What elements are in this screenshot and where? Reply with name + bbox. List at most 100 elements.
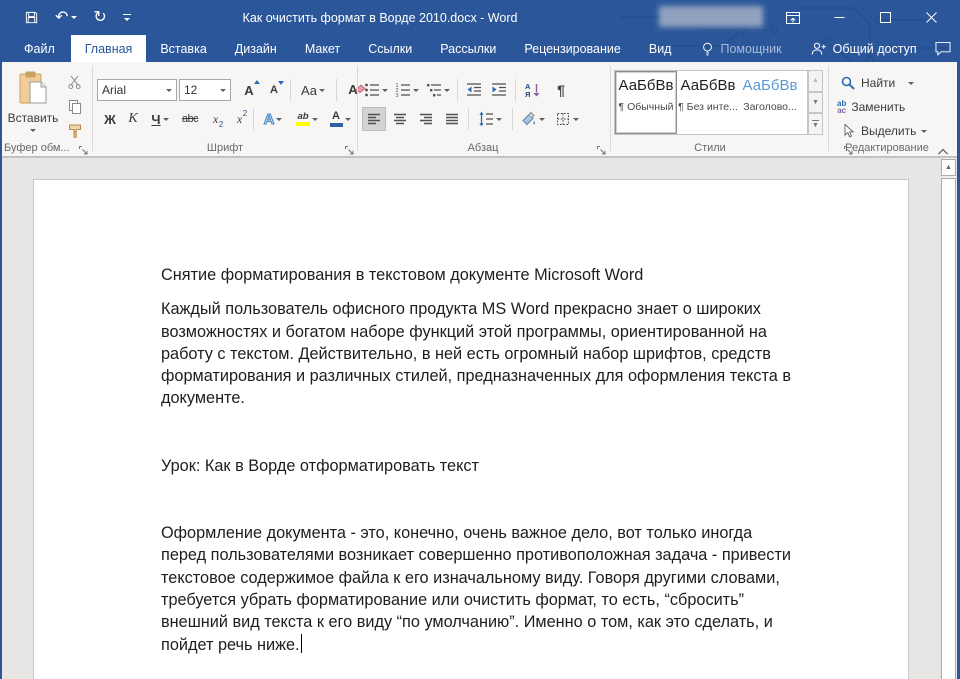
collapse-ribbon-button[interactable] (937, 144, 948, 155)
styles-gallery-more-button[interactable]: ▼ (808, 113, 823, 135)
superscript-button[interactable]: x2 (228, 107, 251, 131)
shading-dropdown-icon[interactable] (539, 118, 545, 121)
scrollbar-thumb[interactable] (941, 178, 956, 679)
feedback-button[interactable] (931, 35, 956, 62)
change-case-button[interactable]: Aa (296, 78, 330, 102)
find-dropdown-icon[interactable] (908, 82, 914, 85)
document-content[interactable]: Снятие форматирования в текстовом докуме… (161, 264, 873, 656)
sort-button[interactable]: АЯ (520, 78, 546, 102)
styles-group-label: Стили (660, 142, 760, 154)
bold-icon: Ж (104, 113, 116, 126)
tab-references[interactable]: Ссылки (354, 35, 426, 62)
replace-button[interactable]: ab ac Заменить (837, 96, 905, 118)
increase-indent-button[interactable] (487, 78, 511, 102)
tab-assistant[interactable]: Помощник (687, 35, 795, 62)
tab-insert[interactable]: Вставка (146, 35, 220, 62)
underline-button[interactable]: Ч (145, 107, 175, 131)
show-paragraph-marks-button[interactable]: ¶ (549, 78, 573, 102)
font-name-combobox[interactable]: Arial (97, 79, 177, 101)
font-size-dropdown-icon[interactable] (220, 89, 226, 92)
comment-icon (934, 41, 952, 56)
font-color-dropdown-icon[interactable] (345, 118, 351, 121)
highlight-dropdown-icon[interactable] (312, 118, 318, 121)
tab-design[interactable]: Дизайн (221, 35, 291, 62)
find-button[interactable]: Найти (840, 72, 914, 94)
tab-mailings[interactable]: Рассылки (426, 35, 510, 62)
separator (336, 79, 337, 101)
cut-button[interactable] (62, 70, 88, 94)
justify-button[interactable] (440, 107, 464, 131)
doc-heading[interactable]: Снятие форматирования в текстовом докуме… (161, 264, 873, 286)
borders-dropdown-icon[interactable] (573, 118, 579, 121)
borders-button[interactable] (551, 107, 583, 131)
tab-review[interactable]: Рецензирование (510, 35, 635, 62)
styles-gallery-scroll: ▲ ▼ ▼ (808, 70, 823, 135)
multilevel-list-button[interactable] (424, 78, 452, 102)
shading-button[interactable] (517, 107, 549, 131)
italic-button[interactable]: К (122, 107, 144, 131)
styles-scroll-up-button[interactable]: ▲ (808, 70, 823, 92)
font-group-label: Шрифт (100, 142, 350, 154)
underline-dropdown-icon[interactable] (163, 118, 169, 121)
tab-layout[interactable]: Макет (291, 35, 354, 62)
subscript-icon: x2 (213, 112, 218, 127)
bullets-button[interactable] (362, 78, 390, 102)
align-center-button[interactable] (388, 107, 412, 131)
text-caret (301, 634, 302, 653)
maximize-icon (880, 12, 891, 23)
close-button[interactable] (908, 0, 954, 35)
font-name-dropdown-icon[interactable] (166, 89, 172, 92)
styles-scroll-down-button[interactable]: ▼ (808, 92, 823, 114)
paste-dropdown-icon[interactable] (30, 129, 36, 132)
select-button[interactable]: Выделить (840, 120, 927, 142)
ribbon-display-options-button[interactable] (770, 0, 816, 35)
select-dropdown-icon[interactable] (921, 130, 927, 133)
dialog-launcher-icon (596, 145, 607, 156)
paste-button[interactable]: Вставить (6, 70, 60, 140)
minimize-button[interactable] (816, 0, 862, 35)
titlebar[interactable]: ↶ ↻ Как очистить формат в Ворде 2010.doc… (0, 0, 960, 35)
chevron-up-icon (937, 147, 949, 157)
style-heading1[interactable]: АаБбВв Заголово... (739, 71, 801, 134)
font-dialog-launcher[interactable] (344, 143, 355, 154)
bold-button[interactable]: Ж (99, 107, 121, 131)
paragraph-dialog-launcher[interactable] (596, 143, 607, 154)
decrease-indent-button[interactable] (462, 78, 486, 102)
align-right-button[interactable] (414, 107, 438, 131)
align-left-button[interactable] (362, 107, 386, 131)
strikethrough-button[interactable]: abc (177, 107, 203, 131)
style-normal[interactable]: АаБбВв ¶ Обычный (615, 71, 677, 134)
style-no-spacing[interactable]: АаБбВв ¶ Без инте... (677, 71, 739, 134)
numbering-button[interactable]: 123 (393, 78, 421, 102)
dialog-launcher-icon (78, 145, 89, 156)
clipboard-dialog-launcher[interactable] (78, 143, 89, 154)
bullets-dropdown-icon[interactable] (382, 89, 388, 92)
tab-file[interactable]: Файл (8, 35, 71, 62)
text-effects-button[interactable]: A (257, 107, 289, 131)
doc-lesson-line[interactable]: Урок: Как в Ворде отформатировать текст (161, 455, 873, 477)
scrollbar-up-button[interactable]: ▲ (941, 159, 956, 176)
doc-paragraph-2[interactable]: Оформление документа - это, конечно, оче… (161, 522, 873, 656)
subscript-button[interactable]: x2 (204, 107, 227, 131)
document-page[interactable]: Снятие форматирования в текстовом докуме… (33, 179, 909, 679)
multilevel-list-icon (426, 82, 442, 98)
share-button[interactable]: Общий доступ (796, 35, 931, 62)
doc-paragraph-2-text[interactable]: Оформление документа - это, конечно, оче… (161, 524, 791, 653)
tab-home[interactable]: Главная (71, 35, 147, 62)
font-size-combobox[interactable]: 12 (179, 79, 231, 101)
numbering-dropdown-icon[interactable] (413, 89, 419, 92)
styles-gallery: АаБбВв ¶ Обычный АаБбВв ¶ Без инте... Аа… (614, 70, 808, 135)
highlight-button[interactable]: ab (291, 107, 323, 131)
doc-paragraph-1[interactable]: Каждый пользователь офисного продукта MS… (161, 298, 873, 409)
multilevel-list-dropdown-icon[interactable] (444, 89, 450, 92)
copy-button[interactable] (62, 95, 88, 119)
shrink-font-button[interactable]: A (262, 78, 286, 102)
grow-font-button[interactable]: A (237, 78, 261, 102)
tab-view[interactable]: Вид (635, 35, 686, 62)
copy-icon (67, 99, 83, 115)
maximize-button[interactable] (862, 0, 908, 35)
style-name: ¶ Обычный (619, 101, 674, 113)
format-painter-button[interactable] (62, 119, 88, 143)
line-spacing-button[interactable] (474, 107, 506, 131)
font-color-button[interactable]: А (324, 107, 356, 131)
